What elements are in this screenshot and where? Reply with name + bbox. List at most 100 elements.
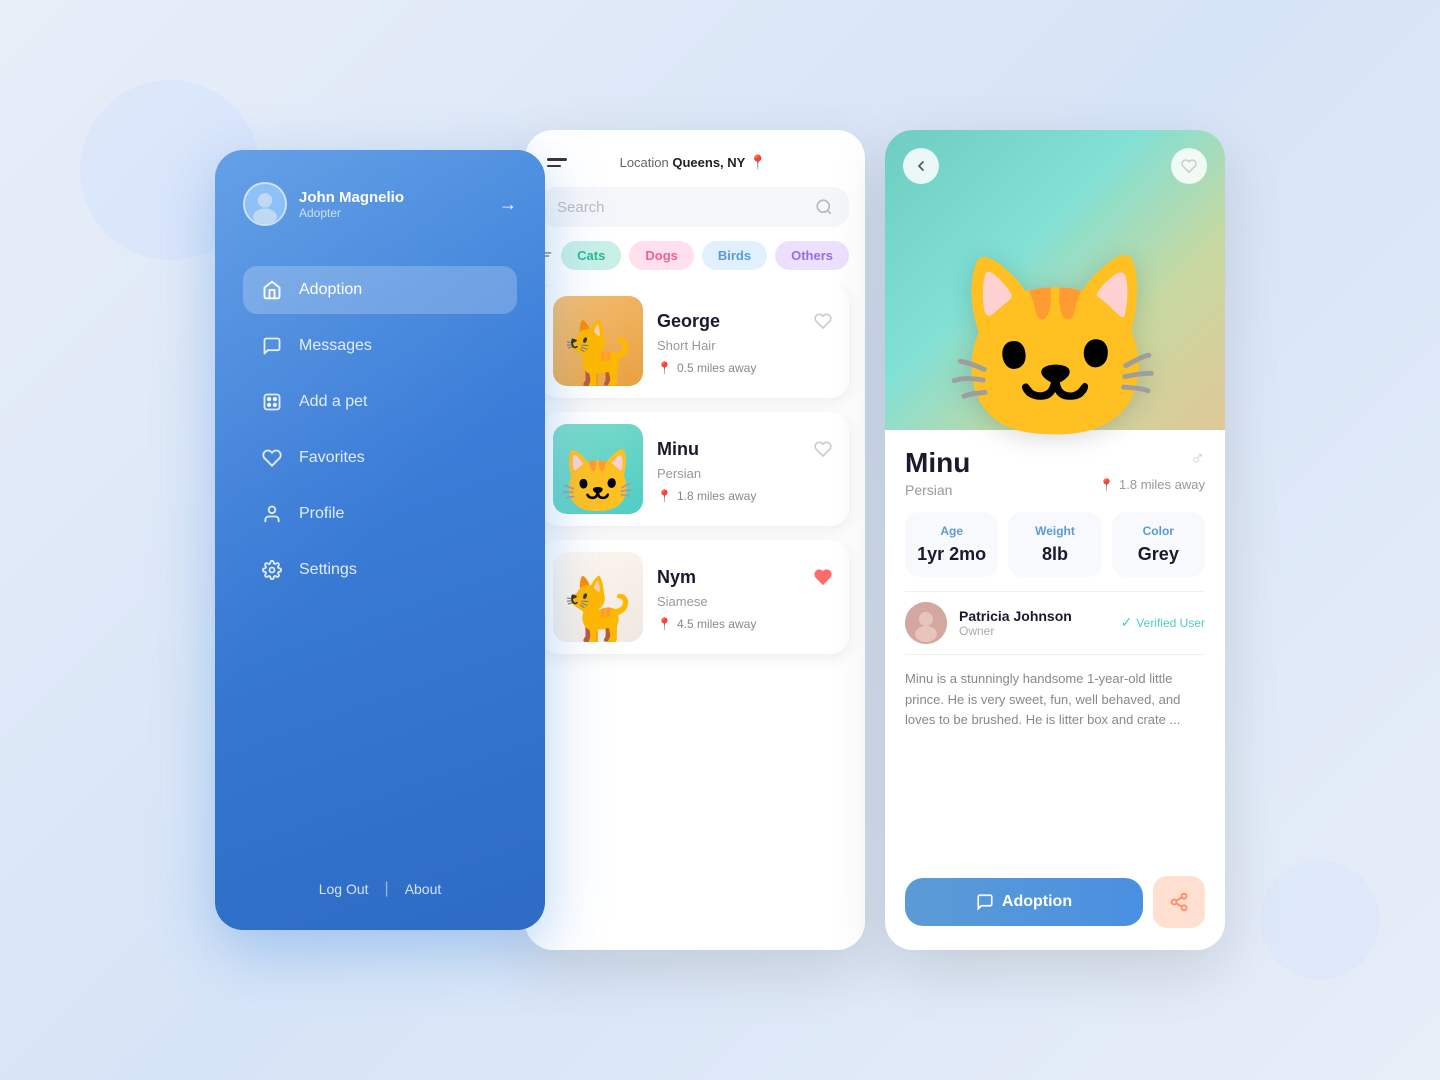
minu-breed: Persian: [657, 466, 837, 481]
weight-label: Weight: [1018, 524, 1091, 538]
middle-header: Location Queens, NY 📍: [525, 130, 865, 187]
detail-pet-breed: Persian: [905, 482, 970, 498]
minu-distance-text: 1.8 miles away: [677, 489, 756, 503]
nym-distance: 📍 4.5 miles away: [657, 617, 837, 631]
minu-thumbnail: 🐱: [553, 424, 643, 514]
bottom-divider: |: [385, 880, 389, 898]
adoption-label: Adoption: [299, 281, 362, 299]
adoption-button-label: Adoption: [1002, 893, 1072, 911]
messages-label: Messages: [299, 337, 372, 355]
logout-link[interactable]: Log Out: [319, 881, 369, 897]
add-pet-icon: [261, 391, 283, 413]
left-panel-menu: John Magnelio Adopter → Adoption: [215, 150, 545, 930]
minu-name: Minu: [657, 439, 699, 460]
george-distance: 📍 0.5 miles away: [657, 361, 837, 375]
hamburger-line-bottom: [547, 165, 561, 168]
minu-cat-image: 🐱: [559, 452, 636, 514]
detail-name-section: Minu Persian: [905, 448, 970, 498]
nym-name: Nym: [657, 567, 696, 588]
verified-badge: ✓ Verified User: [1121, 614, 1205, 631]
nym-name-row: Nym: [657, 563, 837, 591]
about-link[interactable]: About: [405, 881, 442, 897]
age-value: 1yr 2mo: [915, 544, 988, 565]
category-cats[interactable]: Cats: [561, 241, 621, 270]
profile-icon: [261, 503, 283, 525]
location-pin-icon: 📍: [749, 154, 766, 170]
pet-hero-image: 🐱: [885, 130, 1225, 430]
search-bar[interactable]: Search: [541, 187, 849, 227]
settings-icon: [261, 559, 283, 581]
pet-description: Minu is a stunningly handsome 1-year-old…: [905, 669, 1205, 862]
george-heart-button[interactable]: [809, 307, 837, 335]
george-name-row: George: [657, 307, 837, 335]
category-others[interactable]: Others: [775, 241, 849, 270]
sidebar-item-messages[interactable]: Messages: [243, 322, 517, 370]
stat-weight: Weight 8lb: [1008, 512, 1101, 577]
george-distance-text: 0.5 miles away: [677, 361, 756, 375]
category-dogs[interactable]: Dogs: [629, 241, 694, 270]
distance-pin-icon: 📍: [657, 361, 672, 375]
nav-menu: Adoption Messages: [243, 266, 517, 860]
minu-info: Minu Persian 📍 1.8 miles away: [657, 435, 837, 503]
avatar-image: [245, 184, 285, 224]
settings-label: Settings: [299, 561, 357, 579]
minu-heart-button[interactable]: [809, 435, 837, 463]
filter-row: Cats Dogs Birds Others: [525, 241, 865, 284]
stats-row: Age 1yr 2mo Weight 8lb Color Grey: [905, 512, 1205, 577]
age-label: Age: [915, 524, 988, 538]
arrow-right-icon[interactable]: →: [499, 194, 517, 215]
user-section: John Magnelio Adopter →: [243, 182, 517, 226]
sidebar-item-favorites[interactable]: Favorites: [243, 434, 517, 482]
add-pet-label: Add a pet: [299, 393, 368, 411]
george-breed: Short Hair: [657, 338, 837, 353]
nym-distance-text: 4.5 miles away: [677, 617, 756, 631]
hamburger-icon[interactable]: [547, 158, 567, 167]
action-row: Adoption: [905, 876, 1205, 932]
minu-name-row: Minu: [657, 435, 837, 463]
back-button[interactable]: [903, 148, 939, 184]
color-value: Grey: [1122, 544, 1195, 565]
hero-pet-image: 🐱: [943, 260, 1167, 440]
weight-value: 8lb: [1018, 544, 1091, 565]
search-icon: [815, 198, 833, 216]
pet-card-nym[interactable]: 🐈 Nym Siamese 📍 4.5 miles away: [541, 540, 849, 654]
share-button[interactable]: [1153, 876, 1205, 928]
george-name: George: [657, 311, 720, 332]
owner-info: Patricia Johnson Owner: [959, 608, 1109, 638]
detail-header: Minu Persian ♂ 📍 1.8 miles away: [905, 448, 1205, 498]
nym-heart-button[interactable]: [809, 563, 837, 591]
user-info: John Magnelio Adopter: [243, 182, 404, 226]
sidebar-item-adoption[interactable]: Adoption: [243, 266, 517, 314]
middle-panel-list: Location Queens, NY 📍 Search Cats Dogs B…: [525, 130, 865, 950]
minu-pin-icon: 📍: [657, 489, 672, 503]
sidebar-item-settings[interactable]: Settings: [243, 546, 517, 594]
stat-color: Color Grey: [1112, 512, 1205, 577]
category-birds[interactable]: Birds: [702, 241, 767, 270]
sidebar-item-profile[interactable]: Profile: [243, 490, 517, 538]
nym-thumbnail: 🐈: [553, 552, 643, 642]
pet-card-george[interactable]: 🐈 George Short Hair 📍 0.5 miles away: [541, 284, 849, 398]
detail-heart-button[interactable]: [1171, 148, 1207, 184]
sidebar-item-add-pet[interactable]: Add a pet: [243, 378, 517, 426]
hamburger-line-top: [547, 158, 567, 161]
detail-pet-name: Minu: [905, 448, 970, 479]
avatar: [243, 182, 287, 226]
stat-age: Age 1yr 2mo: [905, 512, 998, 577]
favorites-label: Favorites: [299, 449, 365, 467]
detail-content: Minu Persian ♂ 📍 1.8 miles away Age 1yr …: [885, 430, 1225, 950]
pet-card-minu[interactable]: 🐱 Minu Persian 📍 1.8 miles away: [541, 412, 849, 526]
user-role: Adopter: [299, 206, 404, 220]
user-text: John Magnelio Adopter: [299, 189, 404, 220]
owner-row: Patricia Johnson Owner ✓ Verified User: [905, 591, 1205, 655]
check-icon: ✓: [1121, 614, 1133, 631]
nym-info: Nym Siamese 📍 4.5 miles away: [657, 563, 837, 631]
detail-pin-icon: 📍: [1099, 478, 1114, 492]
pet-list: 🐈 George Short Hair 📍 0.5 miles away: [525, 284, 865, 950]
nym-breed: Siamese: [657, 594, 837, 609]
adoption-chat-icon: [976, 893, 994, 911]
bottom-links: Log Out | About: [243, 880, 517, 898]
heart-icon: [261, 447, 283, 469]
user-name: John Magnelio: [299, 189, 404, 206]
adoption-button[interactable]: Adoption: [905, 878, 1143, 926]
george-cat-image: 🐈: [559, 324, 636, 386]
